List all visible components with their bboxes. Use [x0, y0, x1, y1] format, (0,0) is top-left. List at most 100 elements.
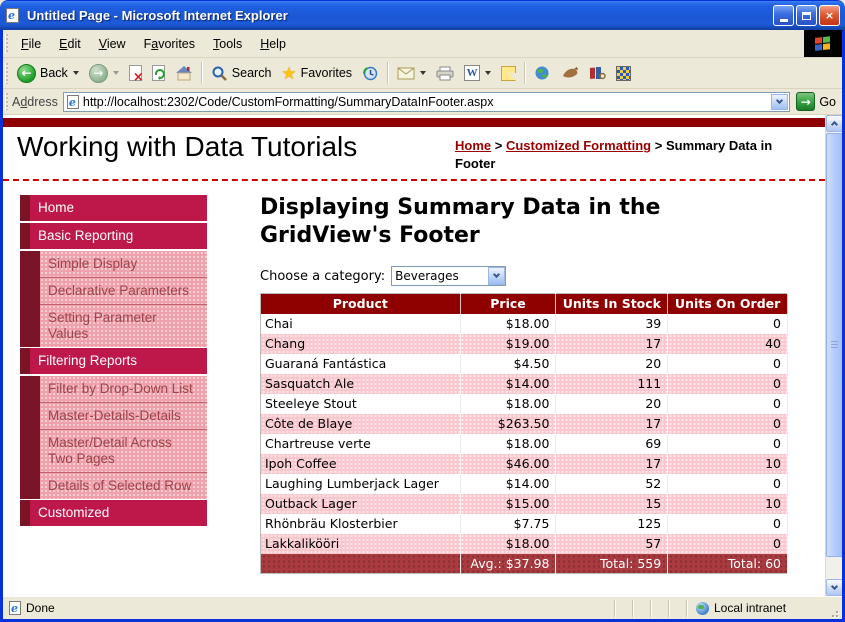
discuss-button[interactable]	[496, 64, 521, 83]
value-cell: 57	[556, 534, 668, 554]
sidebar-item-basic-reporting[interactable]: Basic Reporting	[20, 223, 207, 249]
scroll-up-button[interactable]	[826, 115, 842, 132]
value-cell: $7.75	[460, 514, 556, 534]
globe-search-icon	[534, 65, 551, 82]
table-row: Guaraná Fantástica$4.50200	[261, 354, 788, 374]
product-cell: Côte de Blaye	[261, 414, 461, 434]
summary-footer-row: Avg.: $37.98Total: 559Total: 60	[261, 554, 788, 574]
menu-view[interactable]: View	[90, 33, 135, 55]
product-cell: Sasquatch Ale	[261, 374, 461, 394]
status-page-icon: e	[9, 601, 21, 615]
mail-button[interactable]	[392, 65, 431, 82]
address-label: Address	[12, 95, 58, 109]
value-cell: 0	[668, 374, 788, 394]
address-bar: Address e http://localhost:2302/Code/Cus…	[3, 89, 842, 115]
address-url-text: http://localhost:2302/Code/CustomFormatt…	[83, 95, 771, 109]
value-cell: $18.00	[460, 314, 556, 334]
menu-file[interactable]: File	[12, 33, 50, 55]
product-cell: Chai	[261, 314, 461, 334]
edit-with-word-button[interactable]: W	[459, 63, 496, 83]
nav-accent-block	[20, 472, 40, 499]
history-button[interactable]	[357, 63, 384, 84]
messenger-button[interactable]	[611, 64, 636, 83]
sidebar-item-label: Declarative Parameters	[40, 277, 207, 304]
sidebar-item-master-details-details[interactable]: Master-Details-Details	[20, 402, 207, 429]
home-button[interactable]	[170, 63, 198, 83]
value-cell: 0	[668, 514, 788, 534]
forward-dropdown-caret-icon	[113, 71, 119, 75]
table-row: Chang$19.001740	[261, 334, 788, 354]
forward-button[interactable]: →	[84, 62, 124, 85]
web-page: Working with Data Tutorials Home > Custo…	[3, 115, 825, 596]
category-select[interactable]: Beverages	[391, 266, 506, 286]
sidebar-item-declarative-parameters[interactable]: Declarative Parameters	[20, 277, 207, 304]
nav-accent-block	[20, 376, 40, 402]
product-cell: Laughing Lumberjack Lager	[261, 474, 461, 494]
minimize-button[interactable]	[773, 5, 794, 26]
go-arrow-icon: →	[796, 92, 815, 111]
go-button[interactable]: → Go	[796, 92, 836, 111]
menubar-grip-handle[interactable]	[5, 34, 8, 53]
summary-cell: Total: 60	[668, 554, 788, 574]
sidebar-item-details-of-selected-row[interactable]: Details of Selected Row	[20, 472, 207, 499]
value-cell: 10	[668, 454, 788, 474]
refresh-button[interactable]	[147, 63, 170, 83]
value-cell: 10	[668, 494, 788, 514]
sidebar-item-label: Filter by Drop-Down List	[40, 376, 207, 402]
value-cell: $18.00	[460, 434, 556, 454]
menu-help[interactable]: Help	[251, 33, 295, 55]
vertical-scrollbar[interactable]	[825, 115, 842, 596]
sidebar-item-setting-parameter-values[interactable]: Setting Parameter Values	[20, 304, 207, 347]
search-icon	[211, 65, 228, 82]
sidebar-item-filter-by-drop-down-list[interactable]: Filter by Drop-Down List	[20, 376, 207, 402]
stop-button[interactable]: ×	[124, 63, 147, 83]
address-dropdown-button[interactable]	[771, 94, 788, 110]
breadcrumb-link[interactable]: Customized Formatting	[506, 138, 651, 153]
back-button[interactable]: ← Back	[12, 62, 84, 85]
value-cell: $14.00	[460, 474, 556, 494]
sidebar-item-master-detail-across-two-pages[interactable]: Master/Detail Across Two Pages	[20, 429, 207, 472]
scrollbar-thumb[interactable]	[826, 133, 842, 557]
value-cell: 39	[556, 314, 668, 334]
nav-accent-block	[20, 195, 30, 221]
word-icon: W	[464, 65, 480, 81]
favorites-button[interactable]: ★ Favorites	[276, 63, 357, 84]
maximize-button[interactable]	[796, 5, 817, 26]
back-arrow-icon: ←	[17, 64, 36, 83]
category-select-value: Beverages	[392, 269, 488, 283]
msn-button[interactable]	[529, 63, 556, 84]
address-input[interactable]: e http://localhost:2302/Code/CustomForma…	[63, 92, 790, 112]
go-button-label: Go	[819, 95, 836, 109]
sidebar-item-filtering-reports[interactable]: Filtering Reports	[20, 348, 207, 374]
value-cell: $46.00	[460, 454, 556, 474]
print-button[interactable]	[431, 64, 459, 83]
value-cell: 0	[668, 474, 788, 494]
sidebar-item-label: Home	[30, 195, 207, 221]
sidebar-item-simple-display[interactable]: Simple Display	[20, 251, 207, 277]
research-button[interactable]	[584, 63, 611, 83]
sidebar-item-home[interactable]: Home	[20, 195, 207, 221]
printer-icon	[436, 66, 454, 81]
breadcrumb-link[interactable]: Home	[455, 138, 491, 153]
sidebar-item-customized[interactable]: Customized	[20, 500, 207, 526]
addon-button[interactable]	[556, 64, 584, 82]
product-cell: Chang	[261, 334, 461, 354]
scroll-down-button[interactable]	[826, 579, 842, 596]
resize-grip-handle[interactable]	[826, 605, 840, 619]
menu-tools[interactable]: Tools	[204, 33, 251, 55]
menu-edit[interactable]: Edit	[50, 33, 90, 55]
search-button[interactable]: Search	[206, 63, 277, 84]
messenger-grid-icon	[616, 66, 631, 81]
window-frame: FileEditViewFavoritesToolsHelp ← Back → …	[0, 30, 845, 619]
table-row: Outback Lager$15.001510	[261, 494, 788, 514]
close-button[interactable]: ×	[819, 5, 840, 26]
addressbar-grip-handle[interactable]	[5, 93, 8, 111]
sidebar-item-label: Master/Detail Across Two Pages	[40, 429, 207, 472]
category-label: Choose a category:	[260, 269, 385, 284]
table-row: Chartreuse verte$18.00690	[261, 434, 788, 454]
value-cell: $14.00	[460, 374, 556, 394]
menu-favorites[interactable]: Favorites	[135, 33, 204, 55]
table-row: Côte de Blaye$263.50170	[261, 414, 788, 434]
nav-accent-block	[20, 429, 40, 472]
toolbar-grip-handle[interactable]	[5, 63, 8, 84]
